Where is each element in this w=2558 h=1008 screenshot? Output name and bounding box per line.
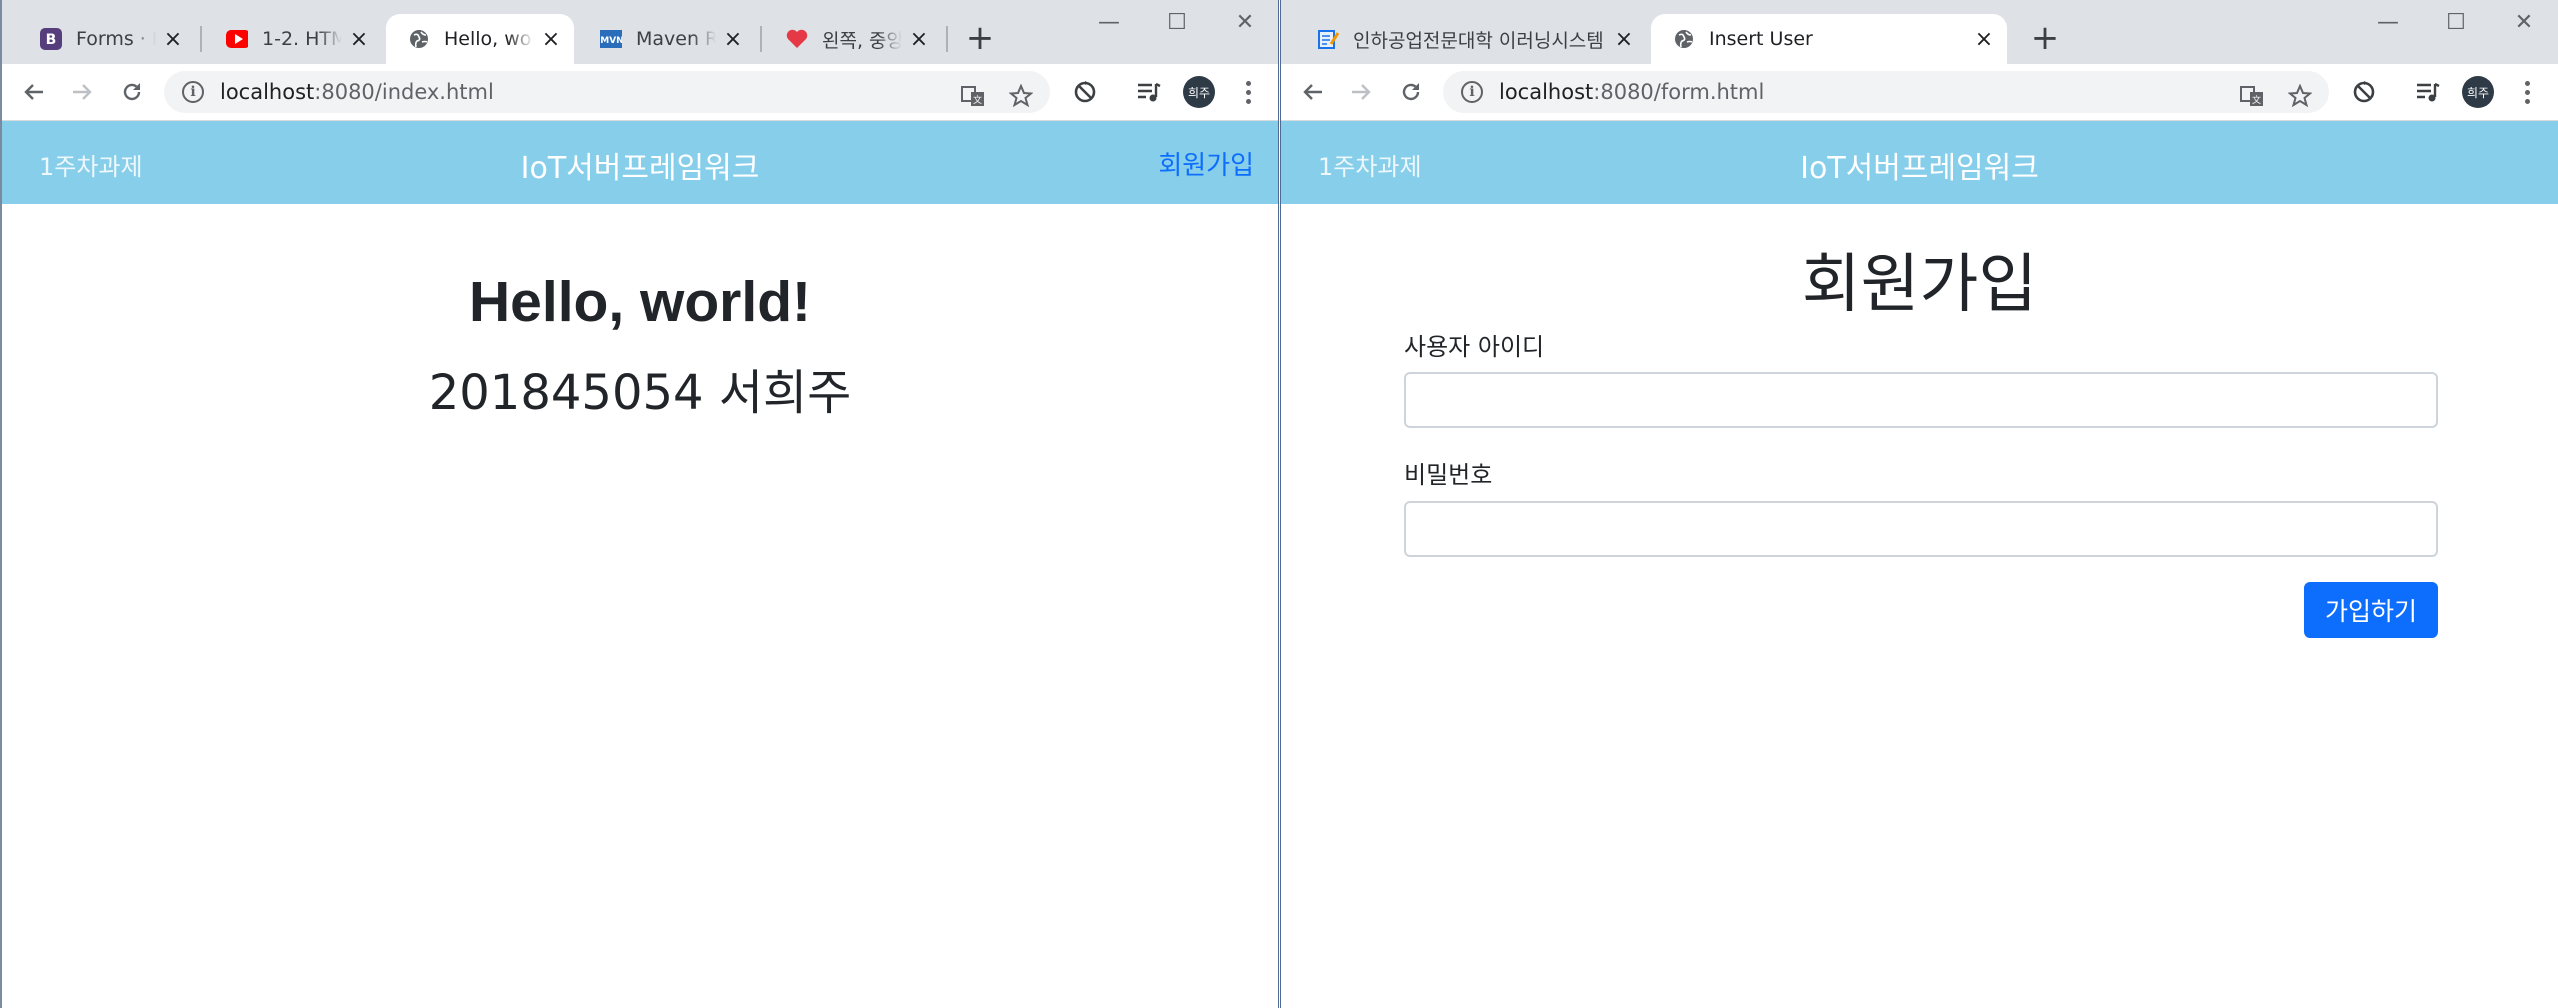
minimize-button[interactable]: — (1086, 8, 1132, 38)
heart-icon (786, 28, 808, 50)
svg-text:文: 文 (2252, 94, 2261, 106)
signup-link[interactable]: 회원가입 (1158, 145, 1254, 182)
forward-button[interactable] (64, 74, 100, 110)
tab-title: Insert User (1709, 28, 1813, 50)
site-navbar: 1주차과제 IoT서버프레임워크 (1281, 121, 2558, 204)
form-title: 회원가입 (1801, 248, 2038, 322)
tab-strip: 인하공업전문대학 이러닝시스템 × Insert User × + — ☐ ✕ (1281, 0, 2558, 64)
browser-window-right: 인하공업전문대학 이러닝시스템 × Insert User × + — ☐ ✕ … (1280, 0, 2558, 1008)
close-tab-icon[interactable]: × (1973, 27, 1995, 52)
media-playlist-icon[interactable] (1134, 77, 1164, 107)
minimize-button[interactable]: — (2365, 8, 2411, 38)
mvn-icon: MVN (600, 28, 622, 50)
tab-title: 인하공업전문대학 이러닝시스템 (1353, 29, 1604, 52)
tab-hello-world[interactable]: Hello, world! × (386, 14, 574, 64)
sync-extension-icon[interactable] (2349, 77, 2379, 107)
bookmark-star-icon[interactable] (1006, 81, 1036, 111)
user-id-label: 사용자 아이디 (1404, 333, 1545, 361)
tab-title: Maven Repository (636, 28, 716, 50)
maximize-button[interactable]: ☐ (1154, 8, 1200, 38)
profile-avatar[interactable]: 희주 (2462, 76, 2494, 108)
tab-separator (200, 26, 202, 52)
media-playlist-icon[interactable] (2413, 77, 2443, 107)
browser-window-left: B Forms · Bootstrap × 1-2. HTML × Hello,… (0, 0, 1279, 1008)
tab-maven-repository[interactable]: MVN Maven Repository × (578, 14, 756, 64)
close-tab-icon[interactable]: × (162, 27, 184, 52)
close-tab-icon[interactable]: × (908, 27, 930, 52)
profile-avatar[interactable]: 희주 (1183, 76, 1215, 108)
reload-button[interactable] (114, 74, 150, 110)
tab-title: Hello, world! (444, 28, 534, 50)
back-arrow-icon (24, 84, 43, 100)
back-button[interactable] (1295, 74, 1331, 110)
back-button[interactable] (16, 74, 52, 110)
close-tab-icon[interactable]: × (348, 27, 370, 52)
nav-brand-center[interactable]: IoT서버프레임워크 (1281, 143, 2558, 187)
forward-arrow-icon (73, 84, 92, 100)
youtube-icon (226, 28, 248, 50)
sync-extension-icon[interactable] (1070, 77, 1100, 107)
bootstrap-icon: B (40, 28, 62, 50)
page-viewport: 1주차과제 IoT서버프레임워크 회원가입 사용자 아이디 비밀번호 가입하기 (1281, 121, 2558, 1008)
tab-separator (760, 26, 762, 52)
submit-button[interactable]: 가입하기 (2304, 582, 2438, 638)
menu-kebab-icon[interactable] (2517, 76, 2537, 108)
new-tab-button[interactable]: + (2025, 18, 2065, 58)
translate-icon[interactable]: 文 (2237, 81, 2267, 111)
back-arrow-icon (1303, 84, 1322, 100)
maximize-button[interactable]: ☐ (2433, 8, 2479, 38)
student-info: 201845054 서희주 (428, 365, 852, 421)
close-window-button[interactable]: ✕ (1222, 8, 1268, 38)
browser-toolbar: i localhost:8080/index.html 文 희주 (2, 64, 1278, 121)
info-icon[interactable]: i (182, 81, 204, 103)
close-tab-icon[interactable]: × (1613, 27, 1635, 52)
svg-text:文: 文 (973, 94, 982, 106)
menu-kebab-icon[interactable] (1238, 76, 1258, 108)
tab-separator (946, 26, 948, 52)
globe-icon (1673, 28, 1695, 50)
notepad-icon (1317, 28, 1339, 50)
tab-insert-user[interactable]: Insert User × (1651, 14, 2007, 64)
tab-bootstrap-forms[interactable]: B Forms · Bootstrap × (18, 14, 196, 64)
tab-strip: B Forms · Bootstrap × 1-2. HTML × Hello,… (2, 0, 1278, 64)
tab-elearning-system[interactable]: 인하공업전문대학 이러닝시스템 × (1295, 14, 1647, 64)
tab-title: 1-2. HTML (262, 28, 342, 50)
site-navbar: 1주차과제 IoT서버프레임워크 회원가입 (2, 121, 1278, 204)
close-window-button[interactable]: ✕ (2501, 8, 2547, 38)
globe-icon (408, 28, 430, 50)
tab-title: Forms · Bootstrap (76, 28, 156, 50)
password-label: 비밀번호 (1404, 461, 1493, 489)
user-id-input[interactable] (1404, 372, 2438, 428)
tab-title: 왼쪽, 중앙 (822, 29, 902, 52)
address-bar[interactable]: i localhost:8080/form.html 文 (1443, 71, 2329, 113)
address-bar[interactable]: i localhost:8080/index.html 文 (164, 71, 1050, 113)
close-tab-icon[interactable]: × (540, 27, 562, 52)
nav-brand-center[interactable]: IoT서버프레임워크 (2, 143, 1278, 187)
reload-icon (123, 83, 141, 101)
close-tab-icon[interactable]: × (722, 27, 744, 52)
tab-youtube-html[interactable]: 1-2. HTML × (204, 14, 382, 64)
tab-center-align[interactable]: 왼쪽, 중앙 × (764, 14, 942, 64)
info-icon[interactable]: i (1461, 81, 1483, 103)
translate-icon[interactable]: 文 (958, 81, 988, 111)
reload-button[interactable] (1393, 74, 1429, 110)
password-input[interactable] (1404, 501, 2438, 557)
bookmark-star-icon[interactable] (2285, 81, 2315, 111)
forward-button[interactable] (1343, 74, 1379, 110)
page-viewport: 1주차과제 IoT서버프레임워크 회원가입 Hello, world! 2018… (2, 121, 1278, 1008)
reload-icon (1402, 83, 1420, 101)
new-tab-button[interactable]: + (960, 18, 1000, 58)
forward-arrow-icon (1352, 84, 1371, 100)
svg-text:MVN: MVN (600, 36, 622, 46)
page-title: Hello, world! (469, 270, 811, 334)
browser-toolbar: i localhost:8080/form.html 文 희주 (1281, 64, 2558, 121)
url-text: localhost:8080/form.html (1499, 80, 1765, 104)
url-text: localhost:8080/index.html (220, 80, 494, 104)
svg-text:B: B (46, 32, 57, 48)
